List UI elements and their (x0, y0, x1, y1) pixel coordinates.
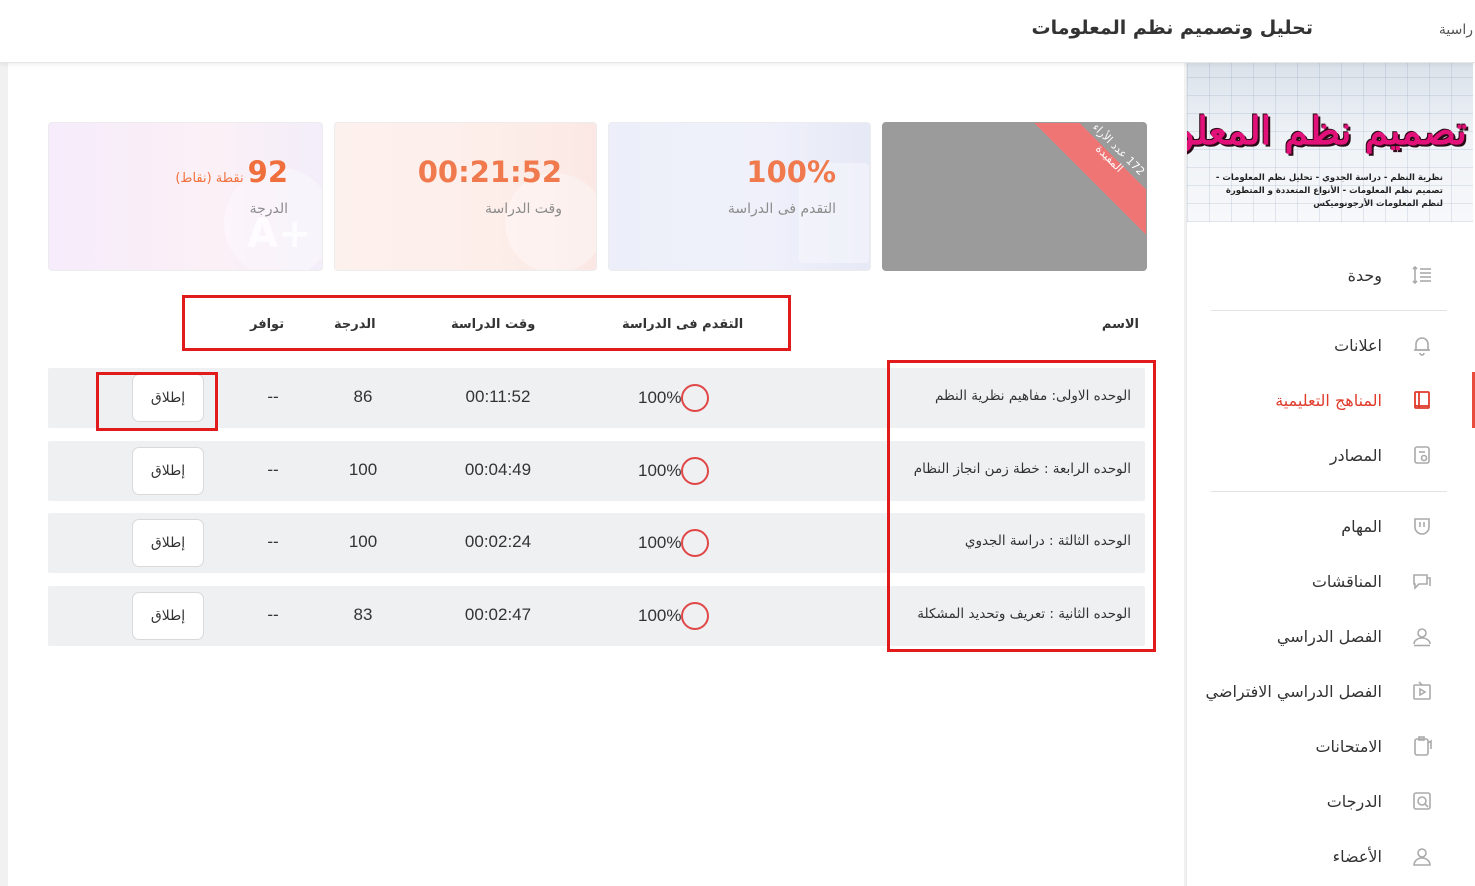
shield-icon (1410, 514, 1434, 538)
study-time-label: وقت الدراسة (484, 201, 562, 217)
grade: 86 (353, 387, 373, 406)
col-header-availability: توافر (250, 317, 285, 332)
progress-cell: 100% (638, 602, 728, 630)
grade-card: A+ 92نقطة (نقاط) الدرجة (48, 122, 323, 271)
grades-icon (1410, 789, 1434, 813)
sidebar-item-exams[interactable]: الامتحانات (1204, 729, 1454, 763)
sidebar-item-grades[interactable]: الدرجات (1204, 784, 1454, 818)
grade: 100 (348, 460, 378, 479)
list-icon (1410, 263, 1434, 287)
progress-percent: 100% (638, 533, 682, 552)
sidebar-item-units[interactable]: وحدة (1204, 258, 1454, 292)
availability: -- (267, 460, 279, 479)
table-row: الوحده الاولى: مفاهيم نظرية النظم 100% 0… (48, 368, 1145, 428)
resources-icon (1410, 443, 1434, 467)
study-time: 00:04:49 (464, 460, 532, 479)
availability: -- (267, 532, 279, 551)
col-header-grade: الدرجة (334, 317, 376, 332)
page-title: تحليل وتصميم نظم المعلومات (1031, 17, 1313, 39)
grade-unit: نقطة (نقاط) (175, 171, 244, 186)
video-icon (1410, 679, 1434, 703)
grade-value: 92نقطة (نقاط) (175, 155, 288, 189)
sidebar-item-tasks[interactable]: المهام (1204, 509, 1454, 543)
unit-name[interactable]: الوحده الاولى: مفاهيم نظرية النظم (935, 388, 1131, 404)
launch-button[interactable]: إطلاق (132, 447, 204, 495)
study-time: 00:02:24 (464, 532, 532, 551)
sidebar-item-label: الدرجات (1326, 791, 1382, 811)
sidebar-item-label: وحدة (1347, 265, 1382, 285)
sidebar-item-label: المهام (1341, 516, 1382, 536)
progress-percent: 100% (638, 388, 682, 407)
table-header: الاسم التقدم فى الدراسة وقت الدراسة الدر… (48, 317, 1145, 341)
sidebar-item-label: الامتحانات (1315, 736, 1382, 756)
clipboard-icon (1410, 734, 1434, 758)
grade: 100 (348, 532, 378, 551)
launch-button[interactable]: إطلاق (132, 592, 204, 640)
sidebar-item-label: المصادر (1329, 445, 1382, 465)
sidebar-item-announcements[interactable]: اعلانات (1204, 328, 1454, 362)
col-header-name: الاسم (1101, 317, 1139, 332)
table-row: الوحده الثانية : تعريف وتحديد المشكلة 10… (48, 586, 1145, 646)
progress-ring-icon (681, 457, 710, 485)
top-header: راسية تحليل وتصميم نظم المعلومات (0, 0, 1475, 63)
unit-name[interactable]: الوحده الثالثة : دراسة الجدوي (965, 533, 1131, 549)
course-banner: تصميم نظم المعلومات نظرية النظم - دراسة … (1187, 62, 1473, 222)
progress-percent: 100% (638, 606, 682, 625)
grade: 83 (353, 605, 373, 624)
sidebar-item-label: اعلانات (1334, 335, 1382, 355)
sidebar-item-label: الأعضاء (1332, 846, 1382, 866)
study-time: 00:02:47 (464, 605, 532, 624)
progress-cell: 100% (638, 529, 728, 557)
progress-label: التقدم فى الدراسة (727, 201, 836, 217)
launch-button[interactable]: إطلاق (132, 519, 204, 567)
book-icon (1410, 388, 1434, 412)
sidebar-item-discussions[interactable]: المناقشات (1204, 564, 1454, 598)
progress-cell: 100% (638, 457, 728, 485)
progress-percent: 100% (638, 461, 682, 480)
col-header-progress: التقدم فى الدراسة (622, 317, 744, 332)
banner-title: تصميم نظم المعلومات (1187, 108, 1467, 153)
progress-value: 100% (746, 155, 836, 189)
grade-label: الدرجة (249, 201, 288, 217)
sidebar-item-label: المناقشات (1311, 571, 1382, 591)
user-icon (1410, 624, 1434, 648)
table-row: الوحده الرابعة : خطة زمن انجاز النظام 10… (48, 441, 1145, 501)
sidebar-item-label: الفصل الدراسي الافتراضي (1205, 681, 1382, 701)
progress-ring-icon (681, 384, 710, 412)
sidebar-item-members[interactable]: الأعضاء (1204, 839, 1454, 873)
study-time-card: 00:21:52 وقت الدراسة (334, 122, 597, 271)
sidebar-item-virtual-class[interactable]: الفصل الدراسي الافتراضي (1204, 674, 1454, 708)
availability: -- (267, 605, 279, 624)
unit-name[interactable]: الوحده الرابعة : خطة زمن انجاز النظام (914, 461, 1131, 477)
study-time-value: 00:21:52 (417, 155, 562, 189)
progress-cell: 100% (638, 384, 728, 412)
launch-button[interactable]: إطلاق (132, 374, 204, 422)
sidebar-item-curriculum[interactable]: المناهج التعليمية (1204, 383, 1454, 417)
progress-ring-icon (681, 529, 710, 557)
banner-subtitle: نظرية النظم - دراسة الجدوي - تحليل نظم ا… (1215, 173, 1443, 209)
main-panel: A+ 92نقطة (نقاط) الدرجة 00:21:52 وقت الد… (8, 62, 1184, 886)
sidebar-item-class[interactable]: الفصل الدراسي (1204, 619, 1454, 653)
breadcrumb[interactable]: راسية (1439, 22, 1473, 38)
sidebar: تصميم نظم المعلومات نظرية النظم - دراسة … (1186, 62, 1475, 886)
table-row: الوحده الثالثة : دراسة الجدوي 100% 00:02… (48, 513, 1145, 573)
a-plus-icon: A+ (247, 211, 312, 257)
divider (1211, 491, 1447, 492)
bell-icon (1410, 333, 1434, 357)
member-icon (1410, 844, 1434, 868)
chat-icon (1410, 569, 1434, 593)
col-header-time: وقت الدراسة (451, 317, 536, 332)
study-time: 00:11:52 (465, 387, 531, 406)
course-cover-card: 172 عدد الأراء المفيدة (882, 122, 1147, 271)
sidebar-item-resources[interactable]: المصادر (1204, 438, 1454, 472)
availability: -- (267, 387, 279, 406)
progress-ring-icon (681, 602, 710, 630)
divider (1211, 310, 1447, 311)
sidebar-item-label: المناهج التعليمية (1275, 390, 1382, 410)
progress-card: 100% التقدم فى الدراسة (608, 122, 871, 271)
sidebar-item-label: الفصل الدراسي (1276, 626, 1382, 646)
unit-name[interactable]: الوحده الثانية : تعريف وتحديد المشكلة (917, 606, 1131, 622)
